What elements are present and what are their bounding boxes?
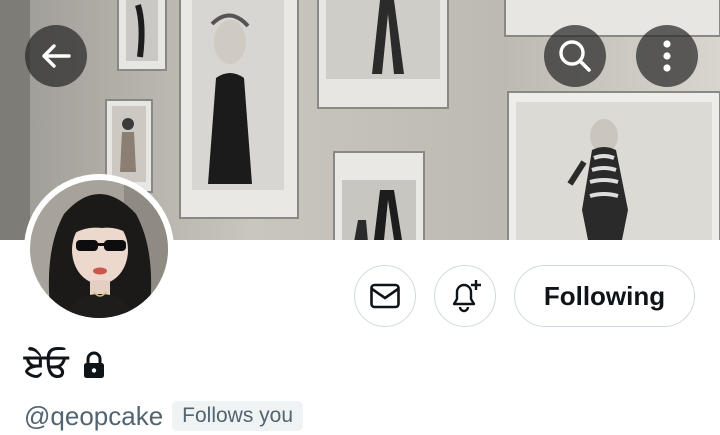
profile-name-row: ਏਓ xyxy=(24,345,106,385)
bell-plus-icon xyxy=(452,280,481,313)
notify-button[interactable] xyxy=(434,265,496,327)
arrow-left-icon xyxy=(42,44,71,68)
more-button[interactable] xyxy=(636,25,698,87)
mail-icon xyxy=(370,283,400,309)
follows-you-badge: Follows you xyxy=(172,401,304,431)
search-icon xyxy=(559,40,591,72)
profile-handle-row: @qeopcake Follows you xyxy=(24,399,304,433)
message-button[interactable] xyxy=(354,265,416,327)
display-name: ਏਓ xyxy=(24,346,69,384)
back-button[interactable] xyxy=(25,25,87,87)
user-handle: @qeopcake xyxy=(24,400,164,431)
following-button[interactable]: Following xyxy=(514,265,695,327)
lock-icon xyxy=(82,351,106,379)
avatar[interactable] xyxy=(24,174,174,324)
search-button[interactable] xyxy=(544,25,606,87)
more-vertical-icon xyxy=(663,40,671,72)
avatar-photo xyxy=(24,174,174,324)
